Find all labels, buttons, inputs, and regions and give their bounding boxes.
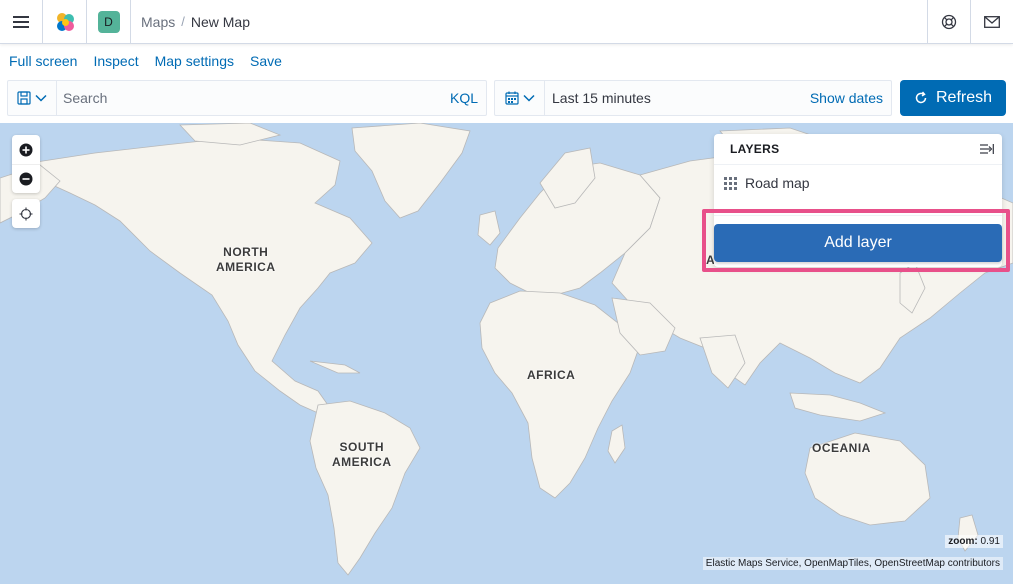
zoom-in-button[interactable] <box>12 135 40 164</box>
label-north-america: NORTH AMERICA <box>216 245 276 274</box>
show-dates-link[interactable]: Show dates <box>810 90 891 106</box>
save-link[interactable]: Save <box>250 53 282 69</box>
crosshair-icon <box>19 207 33 220</box>
top-nav-menu: Full screen Inspect Map settings Save <box>0 44 298 78</box>
set-view-button[interactable] <box>12 199 40 228</box>
refresh-icon <box>915 91 927 104</box>
space-selector[interactable]: D <box>87 0 131 44</box>
layer-name: Road map <box>745 175 810 191</box>
map-canvas[interactable]: NORTH AMERICA SOUTH AMERICA AFRICA ASIA … <box>0 123 1013 584</box>
app-header: D Maps / New Map <box>0 0 1013 44</box>
query-bar: KQL <box>7 80 487 116</box>
minus-circle-icon <box>19 172 33 186</box>
newsfeed-button[interactable] <box>970 0 1013 44</box>
refresh-button[interactable]: Refresh <box>900 80 1006 116</box>
breadcrumb-maps[interactable]: Maps <box>141 14 175 30</box>
date-range-label[interactable]: Last 15 minutes <box>545 90 810 106</box>
help-button[interactable] <box>927 0 970 44</box>
refresh-label: Refresh <box>935 89 993 106</box>
save-icon <box>17 91 31 105</box>
hamburger-icon <box>13 15 29 28</box>
zoom-control <box>12 135 40 193</box>
menu-button[interactable] <box>0 0 43 44</box>
inspect-link[interactable]: Inspect <box>93 53 138 69</box>
label-oceania: OCEANIA <box>812 441 871 455</box>
grid-icon <box>724 176 737 190</box>
layer-item-road-map[interactable]: Road map <box>714 165 1002 201</box>
layer-panel-header: LAYERS <box>714 134 1002 165</box>
collapse-panel-icon[interactable] <box>980 143 994 155</box>
calendar-icon <box>504 91 519 105</box>
zoom-out-button[interactable] <box>12 164 40 193</box>
map-settings-link[interactable]: Map settings <box>155 53 234 69</box>
add-layer-button[interactable]: Add layer <box>714 224 1002 262</box>
breadcrumb-current: New Map <box>190 13 250 30</box>
quick-date-button[interactable] <box>495 81 545 115</box>
chevron-down-icon <box>35 94 47 102</box>
mail-icon <box>984 15 1000 28</box>
lifebuoy-icon <box>941 14 957 29</box>
space-avatar: D <box>97 10 120 33</box>
full-screen-link[interactable]: Full screen <box>9 53 77 69</box>
elastic-logo-icon <box>56 12 74 31</box>
elastic-logo[interactable] <box>43 0 87 44</box>
map-attribution[interactable]: Elastic Maps Service, OpenMapTiles, Open… <box>702 557 1003 570</box>
search-input[interactable] <box>57 81 442 115</box>
label-south-america: SOUTH AMERICA <box>332 440 392 469</box>
breadcrumb-separator: / <box>181 14 185 29</box>
kql-toggle[interactable]: KQL <box>442 90 486 106</box>
breadcrumb: Maps / New Map <box>131 14 927 30</box>
zoom-readout: zoom: 0.91 <box>945 535 1003 548</box>
label-africa: AFRICA <box>527 368 576 382</box>
layers-title: LAYERS <box>730 142 780 156</box>
date-picker: Last 15 minutes Show dates <box>494 80 892 116</box>
plus-circle-icon <box>19 143 33 156</box>
chevron-down-icon <box>522 94 535 102</box>
saved-query-button[interactable] <box>8 81 57 115</box>
